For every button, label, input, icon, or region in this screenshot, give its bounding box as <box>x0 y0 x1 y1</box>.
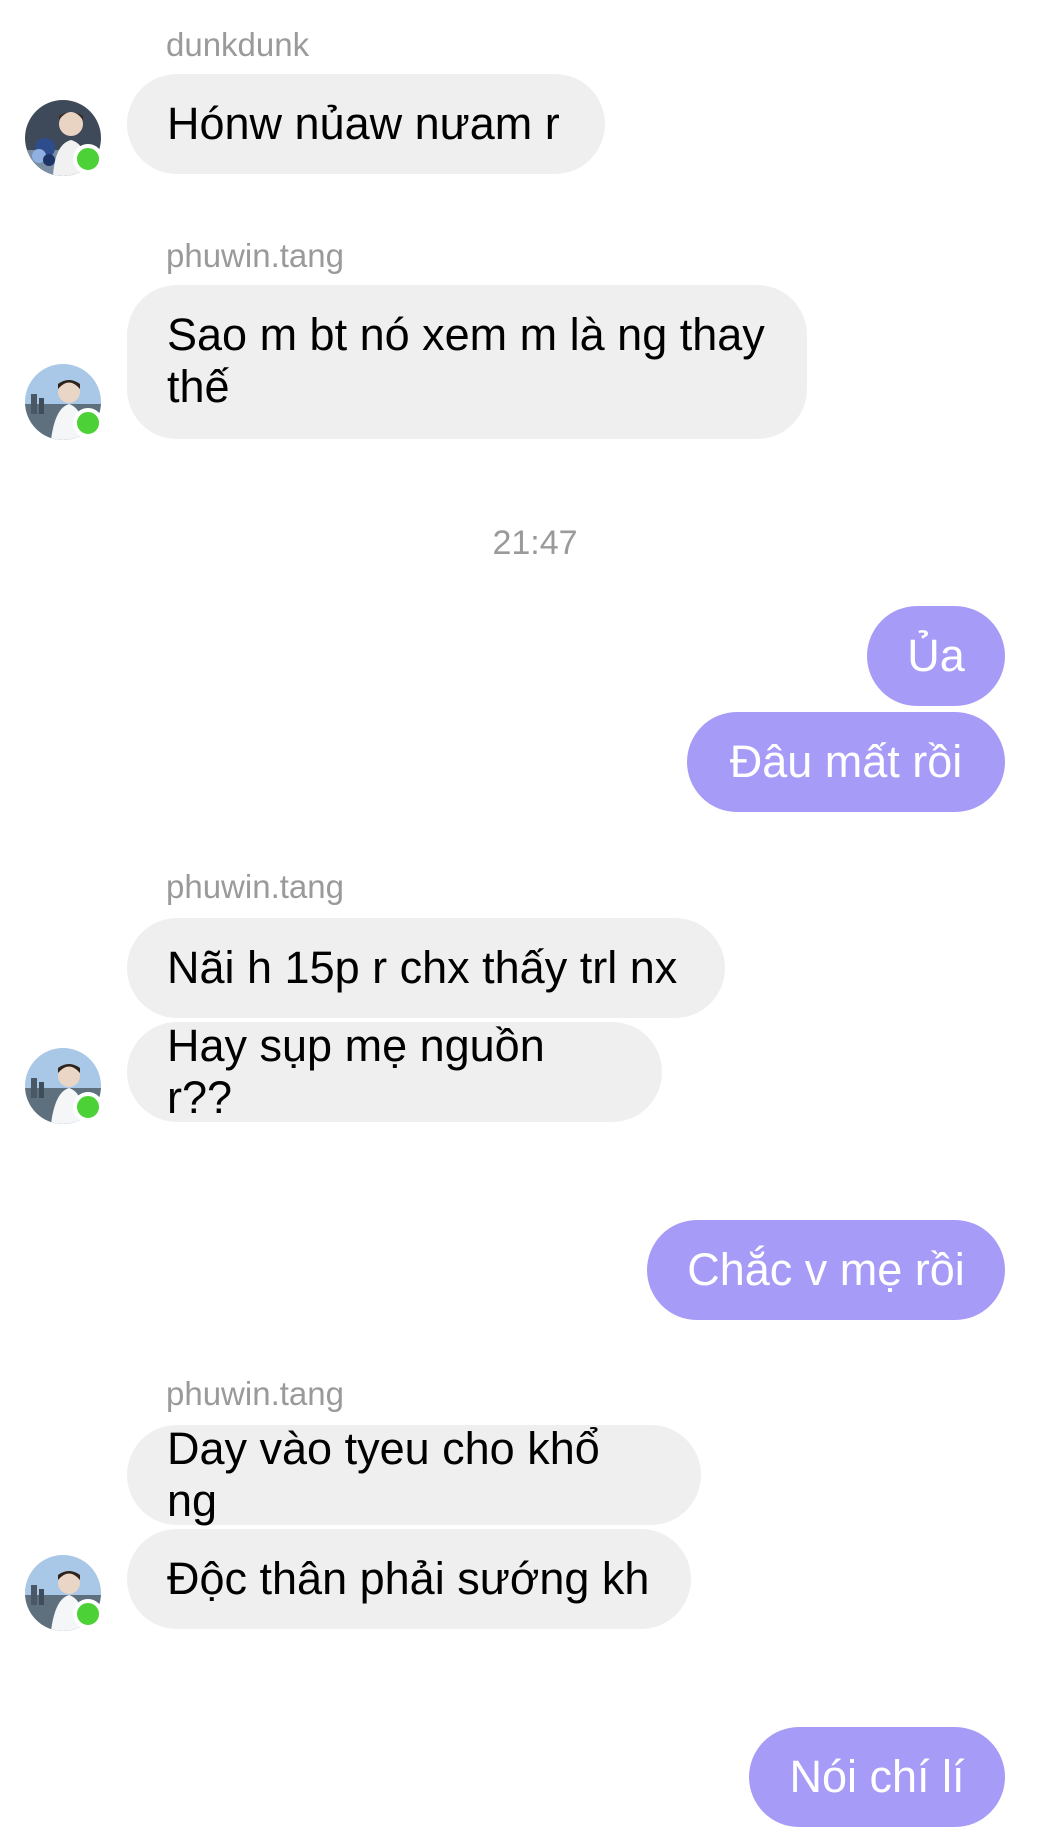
message-bubble-outgoing[interactable]: Ủa <box>867 606 1005 706</box>
sender-name: phuwin.tang <box>166 1375 344 1412</box>
message-bubble-incoming[interactable]: Nãi h 15p r chx thấy trl nx <box>127 918 725 1018</box>
chat-thread[interactable]: dunkdunk Hónw nủaw nưam r phuwin.tang Sa… <box>0 0 1055 1835</box>
message-bubble-outgoing[interactable]: Chắc v mẹ rồi <box>647 1220 1005 1320</box>
online-status-icon <box>73 1092 103 1122</box>
message-bubble-outgoing[interactable]: Nói chí lí <box>749 1727 1005 1827</box>
message-bubble-outgoing[interactable]: Đâu mất rồi <box>687 712 1005 812</box>
avatar[interactable] <box>25 364 103 440</box>
timestamp: 21:47 <box>492 524 578 562</box>
avatar[interactable] <box>25 1048 103 1124</box>
message-bubble-incoming[interactable]: Sao m bt nó xem m là ng thay thế <box>127 285 807 439</box>
online-status-icon <box>73 408 103 438</box>
sender-name: dunkdunk <box>166 26 310 63</box>
message-bubble-incoming[interactable]: Độc thân phải sướng kh <box>127 1529 691 1629</box>
avatar[interactable] <box>25 1555 103 1631</box>
online-status-icon <box>73 1599 103 1629</box>
avatar[interactable] <box>25 100 103 176</box>
sender-name: phuwin.tang <box>166 868 344 905</box>
sender-name: phuwin.tang <box>166 237 344 274</box>
message-bubble-incoming[interactable]: Hay sụp mẹ nguồn r?? <box>127 1020 662 1123</box>
message-bubble-incoming[interactable]: Day vào tyeu cho khổ ng <box>127 1423 701 1526</box>
online-status-icon <box>73 144 103 174</box>
message-bubble-incoming[interactable]: Hónw nủaw nưam r <box>127 74 605 174</box>
